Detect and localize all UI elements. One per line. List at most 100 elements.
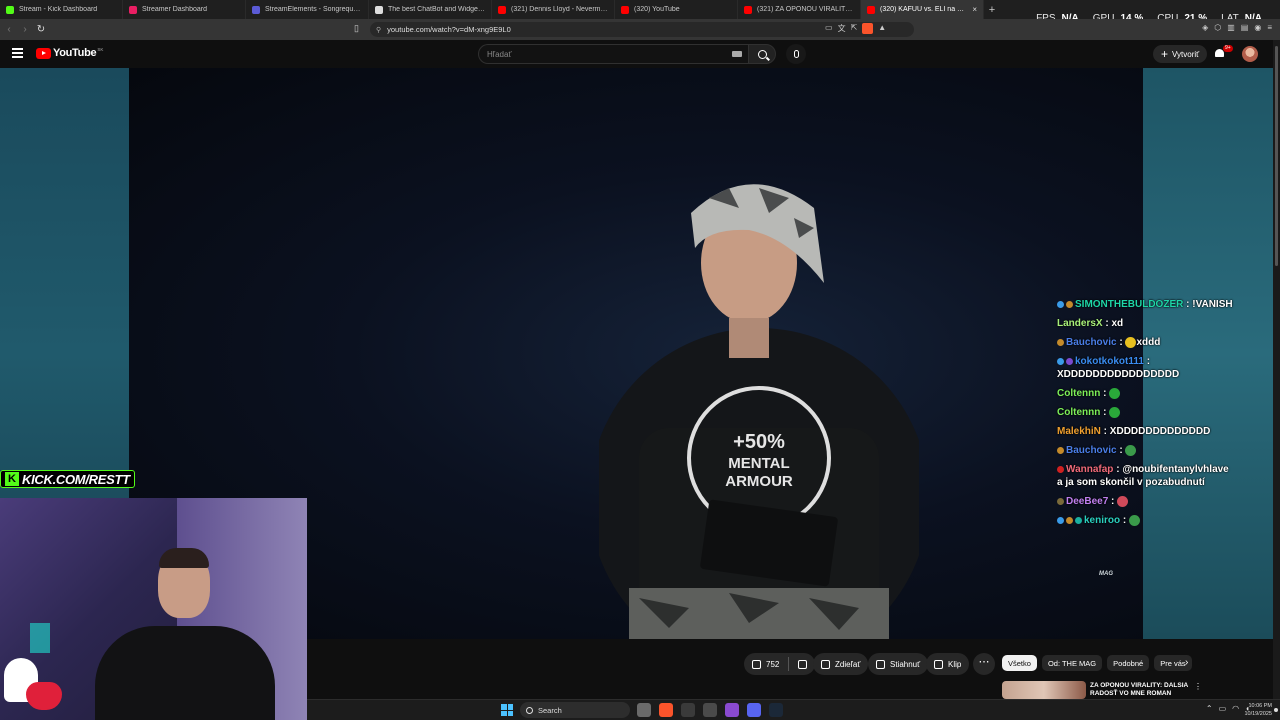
browser-tab[interactable]: StreamElements - Songrequest [246, 0, 369, 19]
chat-text: XDDDDDDDDDDDDDDDD [1057, 369, 1180, 380]
browser-tab[interactable]: Stream - Kick Dashboard [0, 0, 123, 19]
tab-close-icon[interactable]: × [972, 5, 977, 14]
like-count: 752 [766, 659, 780, 669]
chat-message: SIMONTHEBULDOZER : !VANISH [1057, 298, 1233, 311]
bookmark-icon[interactable]: ▯ [354, 23, 359, 34]
taskbar-clock[interactable]: 10:06 PM 10/19/2025 [1244, 702, 1272, 718]
chat-emote-icon [1117, 495, 1129, 507]
browser-tab[interactable]: (320) KAFUU vs. ELI na DETEK × [861, 0, 984, 19]
taskbar-app-icon[interactable] [769, 703, 783, 717]
notification-dot-icon [1274, 708, 1278, 712]
chat-username: keniroo [1084, 515, 1121, 526]
tab-favicon-icon [6, 5, 14, 14]
browser-tab[interactable]: (321) Dennis Lloyd - Nevermind (Offi [492, 0, 615, 19]
taskbar-app-icon[interactable] [725, 703, 739, 717]
chat-separator: : [1100, 388, 1110, 399]
taskbar-search[interactable]: Search [520, 702, 630, 718]
taskbar-apps [637, 703, 783, 717]
plus-icon: + [1161, 47, 1169, 61]
reload-button[interactable]: ↻ [34, 24, 48, 35]
like-button[interactable]: 752 [752, 659, 780, 669]
recommended-title[interactable]: ZA OPONOU VIRALITY: ĎALŠIA RADOSŤ VO MNE… [1090, 682, 1194, 698]
taskbar-app-icon[interactable] [637, 703, 651, 717]
taskbar-search-label: Search [538, 705, 562, 715]
share-label: Zdieľať [835, 659, 861, 669]
chat-overlay: SIMONTHEBULDOZER : !VANISH LandersX : xd B… [1057, 298, 1233, 533]
sidebar-icon[interactable]: ▥ [1227, 23, 1235, 32]
site-info-icon[interactable]: ⚲ [376, 26, 381, 34]
filter-chip[interactable]: Všetko [1002, 655, 1037, 671]
video-watermark: MAG [1099, 571, 1113, 577]
share-icon[interactable]: ⇱ [851, 23, 858, 34]
thumbs-down-icon[interactable] [798, 659, 808, 669]
back-button[interactable]: ‹ [2, 24, 16, 35]
share-button[interactable]: Zdieľať [813, 653, 869, 675]
keyboard-icon[interactable] [732, 51, 742, 57]
browser-tab[interactable]: (320) YouTube [615, 0, 738, 19]
svg-text:ARMOUR: ARMOUR [725, 473, 793, 490]
wifi-icon[interactable]: ◠ [1232, 704, 1239, 713]
avatar[interactable] [1242, 46, 1258, 62]
brave-shield-icon[interactable] [862, 23, 874, 34]
page-scrollbar[interactable] [1273, 40, 1280, 699]
taskbar-app-icon[interactable] [703, 703, 717, 717]
clip-label: Klip [948, 659, 962, 669]
network-icon[interactable]: ▭ [1219, 704, 1227, 713]
chat-username: Bauchovic [1066, 445, 1117, 456]
chat-badge-icon [1057, 338, 1064, 346]
extension-icon[interactable]: ⬡ [1214, 23, 1221, 32]
kebab-menu-icon[interactable]: ⋮ [1194, 682, 1202, 691]
extension-icon[interactable]: ◈ [1202, 23, 1208, 32]
screen: Stream - Kick Dashboard Streamer Dashboar… [0, 0, 1280, 720]
taskbar-app-icon[interactable] [681, 703, 695, 717]
video-thumbnail[interactable] [1002, 681, 1086, 699]
rewards-icon[interactable]: ▲ [878, 23, 886, 34]
recommended-video[interactable]: ZA OPONOU VIRALITY: ĎALŠIA RADOSŤ VO MNE… [1002, 681, 1202, 699]
browser-tab[interactable]: Streamer Dashboard [123, 0, 246, 19]
scissors-icon [934, 659, 943, 669]
filter-chip[interactable]: Od: THE MAG [1041, 655, 1103, 671]
cast-icon[interactable]: ▭ [825, 23, 833, 34]
translate-icon[interactable]: 文 [838, 23, 846, 34]
kick-url-banner: K KICK.COM/RESTT [0, 470, 135, 488]
chat-message: MalekhiN : XDDDDDDDDDDDDD [1057, 425, 1233, 438]
chat-username: kokotkokot111 [1075, 356, 1144, 367]
chat-separator: : [1116, 445, 1126, 456]
voice-search-button[interactable] [786, 44, 806, 64]
windows-start-icon[interactable] [501, 704, 513, 716]
taskbar-app-icon[interactable] [659, 703, 673, 717]
youtube-logo[interactable]: YouTube SK [36, 47, 103, 59]
hamburger-menu-icon[interactable] [12, 48, 23, 60]
vpn-icon[interactable]: ◉ [1254, 23, 1261, 32]
download-button[interactable]: Stiahnuť [868, 653, 929, 675]
chat-emote-icon [1125, 444, 1137, 456]
microphone-icon [793, 50, 799, 58]
tab-favicon-icon [129, 5, 137, 14]
more-actions-button[interactable]: ⋯ [973, 653, 995, 675]
search-button[interactable] [748, 44, 776, 64]
menu-icon[interactable]: ≡ [1267, 23, 1272, 32]
browser-tab[interactable]: The best ChatBot and Widgets for K [369, 0, 492, 19]
taskbar-app-icon[interactable] [747, 703, 761, 717]
clip-button[interactable]: Klip [926, 653, 970, 675]
divider [788, 657, 790, 671]
tab-favicon-icon [252, 5, 260, 14]
chevron-right-icon[interactable]: › [1185, 657, 1188, 668]
tab-label: Stream - Kick Dashboard [19, 6, 98, 13]
wallet-icon[interactable]: ▤ [1241, 23, 1249, 32]
chat-username: Wannafap [1066, 464, 1114, 475]
chat-badge-icon [1057, 497, 1064, 505]
search-input[interactable] [487, 49, 727, 59]
svg-text:MENTAL: MENTAL [728, 455, 789, 472]
search-icon [526, 706, 533, 714]
new-tab-button[interactable]: + [984, 4, 1000, 16]
forward-button[interactable]: › [18, 24, 32, 35]
tab-favicon-icon [867, 5, 875, 14]
chevron-up-icon[interactable]: ⌃ [1206, 704, 1213, 713]
browser-tab[interactable]: (321) ZA OPONOU VIRALITY: ĎALŠIA [738, 0, 861, 19]
chat-message: Bauchovic : [1057, 444, 1233, 457]
scrollbar-thumb[interactable] [1275, 46, 1278, 266]
filter-chip[interactable]: Podobné [1107, 655, 1150, 671]
create-label: Vytvoriť [1172, 49, 1200, 59]
create-button[interactable]: + Vytvoriť [1153, 45, 1208, 63]
